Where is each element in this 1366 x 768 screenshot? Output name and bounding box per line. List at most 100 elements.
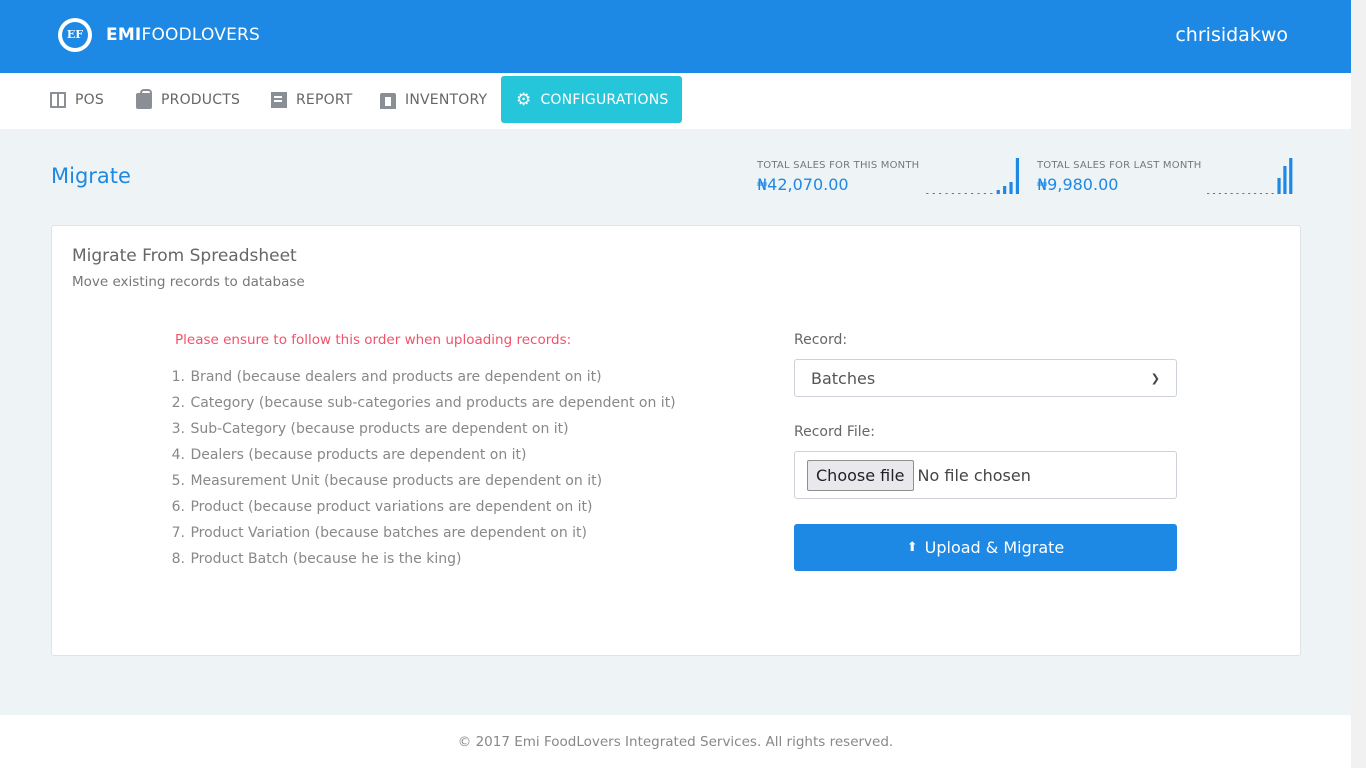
nav-label: POS <box>75 91 104 108</box>
chevron-down-icon: ❯ <box>1150 371 1160 385</box>
sparkline-bar <box>1207 193 1210 194</box>
scrollbar[interactable] <box>1351 0 1366 768</box>
nav-label: PRODUCTS <box>161 91 241 108</box>
stat-label: TOTAL SALES FOR LAST MONTH <box>1037 160 1202 171</box>
sparkline-bar <box>951 193 955 194</box>
list-item-text: Measurement Unit (because products are d… <box>190 473 603 489</box>
brand-bold: EMI <box>106 25 142 45</box>
nav-item-inventory[interactable]: INVENTORY <box>365 76 502 123</box>
footer: © 2017 Emi FoodLovers Integrated Service… <box>0 715 1351 768</box>
list-item-text: Category (because sub-categories and pro… <box>190 395 676 411</box>
sparkline-bar <box>983 193 987 194</box>
card-title: Migrate From Spreadsheet <box>72 246 297 266</box>
page-title: Migrate <box>51 164 131 188</box>
sparkline-bar <box>1289 158 1293 194</box>
nav-label: INVENTORY <box>405 91 488 108</box>
record-file-label: Record File: <box>794 424 875 440</box>
list-item-text: Dealers (because products are dependent … <box>190 447 527 463</box>
list-item: 3. Sub-Category (because products are de… <box>167 420 676 446</box>
sparkline-bar <box>1253 193 1257 194</box>
nav-item-report[interactable]: REPORT <box>256 76 368 123</box>
list-item: 1. Brand (because dealers and products a… <box>167 368 676 394</box>
nav-label: REPORT <box>296 91 353 108</box>
sparkline-bar <box>1230 193 1233 194</box>
nav-label: CONFIGURATIONS <box>540 91 669 108</box>
sparkline-bar <box>1009 182 1013 194</box>
main-nav: POS PRODUCTS REPORT INVENTORY ⚙ CONFIGUR… <box>0 73 1351 129</box>
sparkline-bar <box>1224 193 1227 194</box>
sparkline-bar <box>958 193 961 194</box>
stat-this-month: TOTAL SALES FOR THIS MONTH ₦42,070.00 <box>757 160 919 194</box>
list-item-text: Product Batch (because he is the king) <box>190 551 462 567</box>
sparkline-bar <box>945 193 948 194</box>
list-item-text: Product (because product variations are … <box>190 499 593 515</box>
record-file-input[interactable]: Choose file No file chosen <box>794 451 1177 499</box>
list-item: 4. Dealers (because products are depende… <box>167 446 676 472</box>
sparkline-bar <box>939 193 942 194</box>
list-item: 7. Product Variation (because batches ar… <box>167 524 676 550</box>
sparkline-bar <box>990 193 993 194</box>
order-notice: Please ensure to follow this order when … <box>175 332 572 348</box>
sparkline-bar <box>1212 193 1216 194</box>
migrate-card: Migrate From Spreadsheet Move existing r… <box>51 225 1301 656</box>
sparkline-bar <box>1003 186 1007 194</box>
logo-initials: EF <box>62 22 88 48</box>
file-status: No file chosen <box>917 465 1031 485</box>
card-subtitle: Move existing records to database <box>72 274 305 290</box>
sparkline-bar <box>1283 166 1287 194</box>
sparkline-bar <box>1259 193 1263 194</box>
choose-file-button[interactable]: Choose file <box>807 459 914 491</box>
nav-item-pos[interactable]: POS <box>35 76 119 123</box>
sparkline-bar <box>1015 158 1020 194</box>
list-item-number: 3. <box>171 421 185 437</box>
stat-value: ₦42,070.00 <box>757 175 849 194</box>
list-item: 6. Product (because product variations a… <box>167 498 676 524</box>
list-item-text: Brand (because dealers and products are … <box>190 369 602 385</box>
list-item-number: 5. <box>171 473 185 489</box>
inventory-icon <box>380 92 396 109</box>
upload-icon: ⬆ <box>906 540 918 555</box>
list-item: 8. Product Batch (because he is the king… <box>167 550 676 576</box>
user-menu[interactable]: chrisidakwo <box>1175 24 1288 46</box>
upload-label: Upload & Migrate <box>924 538 1065 557</box>
list-item-number: 7. <box>171 525 185 541</box>
nav-item-products[interactable]: PRODUCTS <box>121 76 255 123</box>
sparkline-bar <box>971 193 974 194</box>
logo-icon[interactable]: EF <box>58 18 92 52</box>
bag-icon <box>136 88 152 109</box>
sparkline-bar <box>996 190 1000 194</box>
sparkline-bar <box>1271 193 1274 194</box>
record-select[interactable]: Batches ❯ <box>794 359 1177 397</box>
sparkline-last-month <box>1207 158 1293 194</box>
sparkline-bar <box>1248 193 1251 194</box>
upload-order-list: 1. Brand (because dealers and products a… <box>167 368 676 576</box>
sparkline-this-month <box>926 158 1020 194</box>
top-bar: EF EMIFOODLOVERS chrisidakwo <box>0 0 1351 73</box>
report-icon <box>271 91 287 108</box>
sparkline-bar <box>977 193 980 194</box>
sparkline-bar <box>1265 193 1268 194</box>
footer-copyright: © 2017 Emi FoodLovers Integrated Service… <box>457 734 894 750</box>
list-item-number: 6. <box>171 499 185 515</box>
record-label: Record: <box>794 332 848 348</box>
brand-name[interactable]: EMIFOODLOVERS <box>106 25 260 45</box>
nav-item-configurations[interactable]: ⚙ CONFIGURATIONS <box>501 76 682 123</box>
sparkline-bar <box>1218 193 1221 194</box>
sparkline-bar <box>1236 193 1239 194</box>
sparkline-bar <box>926 193 929 194</box>
list-item-number: 8. <box>171 551 185 567</box>
sparkline-bar <box>964 193 967 194</box>
stat-last-month: TOTAL SALES FOR LAST MONTH ₦9,980.00 <box>1037 160 1202 194</box>
list-item-number: 1. <box>171 369 185 385</box>
list-item: 2. Category (because sub-categories and … <box>167 394 676 420</box>
record-select-value: Batches <box>811 368 876 388</box>
list-item-text: Sub-Category (because products are depen… <box>190 421 569 437</box>
list-item-number: 2. <box>171 395 185 411</box>
upload-migrate-button[interactable]: ⬆ Upload & Migrate <box>794 524 1177 571</box>
list-item: 5. Measurement Unit (because products ar… <box>167 472 676 498</box>
list-item-text: Product Variation (because batches are d… <box>190 525 587 541</box>
pos-icon <box>50 91 66 108</box>
sparkline-bar <box>932 193 935 194</box>
list-item-number: 4. <box>171 447 185 463</box>
stat-value: ₦9,980.00 <box>1037 175 1119 194</box>
